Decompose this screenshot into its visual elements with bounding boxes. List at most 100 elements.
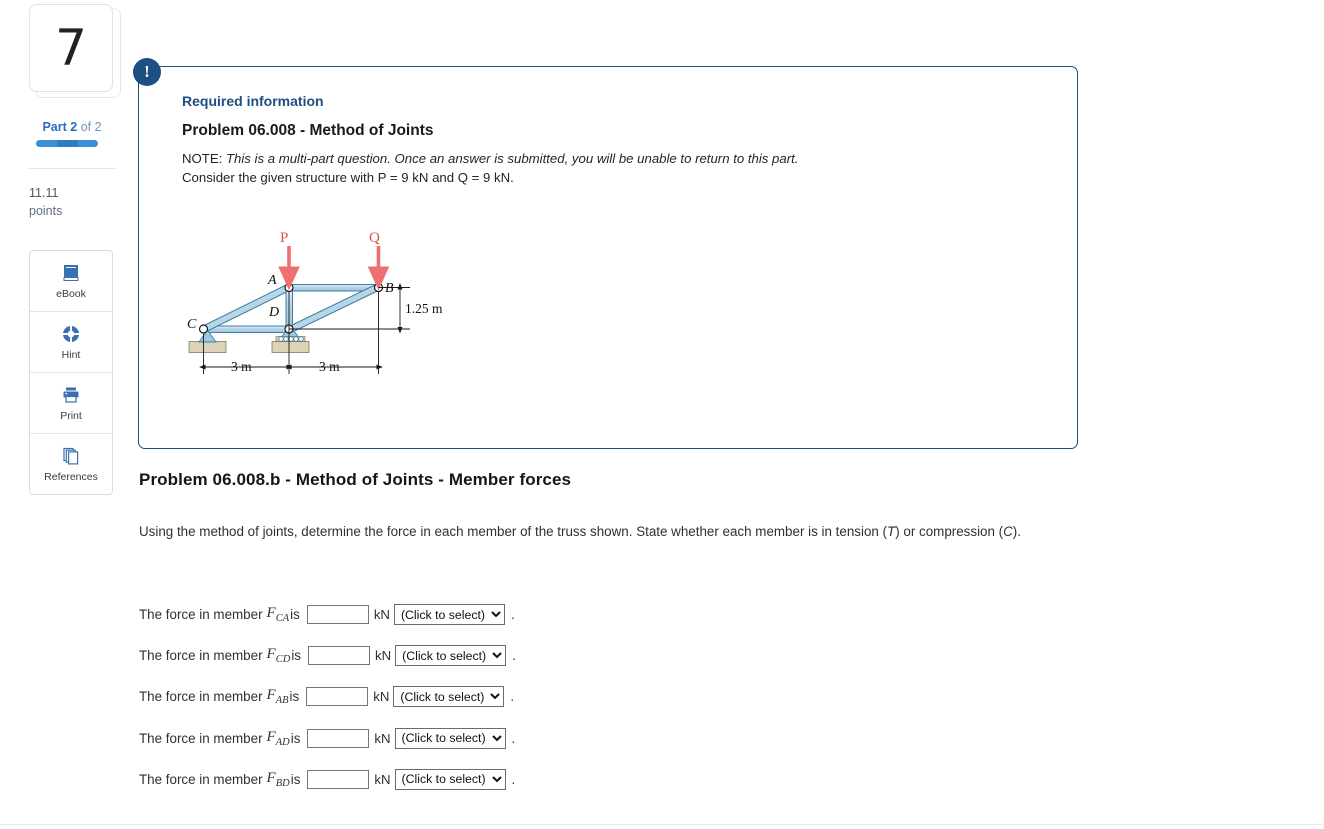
load-label-p: P [280,230,288,246]
row-period: . [510,607,515,623]
member-symbol-base: F [266,728,276,745]
member-symbol-base: F [266,687,276,704]
points-label: points [29,204,63,219]
question-heading: Problem 06.008.b - Method of Joints - Me… [139,470,572,489]
answer-row-prefix: The force in member [139,648,263,664]
print-label: Print [60,410,82,422]
part-current: 2 [70,120,78,134]
tension-compression-select-bd[interactable]: (Click to select) [394,768,506,790]
printer-icon [60,384,82,406]
rail-divider [28,168,116,169]
span-left-label: 3 m [231,359,252,374]
prompt-compression-symbol: C [1003,524,1013,539]
lifebuoy-icon [60,323,82,345]
required-information-label: Required information [182,93,324,109]
prompt-part-2: ) or compression ( [895,524,1004,539]
alert-badge-icon: ! [133,58,161,86]
ebook-button[interactable]: eBook [30,251,112,312]
force-value-input-ab[interactable] [306,687,369,707]
answer-row-prefix: The force in member [139,607,263,623]
force-value-input-bd[interactable] [307,769,370,789]
answer-row-is: is [291,648,301,664]
part-indicator: Part 2 of 2 [29,120,115,134]
note-italic-text: This is a multi-part question. Once an a… [225,151,799,166]
force-value-input-cd[interactable] [307,646,370,666]
answer-row: The force in member FAD is kN (Click to … [139,718,639,759]
member-symbol-subscript: CD [275,654,291,666]
left-rail: 7 Part 2 of 2 11.11 points eBook Hint Pr… [0,0,138,829]
progress-segment [77,140,98,147]
member-symbol: FAB [267,687,289,706]
answer-row-prefix: The force in member [139,771,263,787]
part-total: 2 [94,120,102,134]
truss-diagram: P Q A B C D 1.25 m 3 m 3 m [172,222,472,392]
member-symbol-subscript: BD [275,777,290,789]
ground-blocks [188,341,310,353]
answer-row-prefix: The force in member [139,689,263,705]
note-block: NOTE: This is a multi-part question. Onc… [182,150,962,187]
row-period: . [510,689,515,705]
row-period: . [511,771,516,787]
part-middle: of [80,120,92,134]
span-right-label: 3 m [319,359,340,374]
answer-row-is: is [290,607,300,623]
hint-label: Hint [61,349,81,361]
copy-stack-icon [60,445,82,467]
problem-title: Problem 06.008 - Method of Joints [182,122,434,139]
question-number-card: 7 [29,4,121,98]
answer-row: The force in member FAB is kN (Click to … [139,676,639,717]
unit-label: kN [373,689,390,705]
tension-compression-select-ab[interactable]: (Click to select) [393,686,505,708]
member-symbol: FCA [267,605,290,624]
member-symbol-subscript: AD [275,736,290,748]
unit-label: kN [374,730,391,746]
truss-svg: P Q A B C D 1.25 m 3 m 3 m [187,230,443,374]
answer-rows: The force in member FCA is kN (Click to … [139,594,639,800]
hint-button[interactable]: Hint [30,312,112,373]
points-value: 11.11 [29,186,59,200]
member-symbol-subscript: CA [275,613,290,625]
note-second-line: Consider the given structure with P = 9 … [182,169,514,185]
member-symbol-base: F [266,769,276,786]
references-label: References [44,471,98,483]
tension-compression-select-cd[interactable]: (Click to select) [395,645,507,667]
answer-row-is: is [290,730,301,746]
joint-label-d: D [268,305,279,320]
prompt-part-1: Using the method of joints, determine th… [139,524,888,539]
member-symbol: FAD [267,729,290,748]
unit-label: kN [374,648,392,664]
member-symbol-base: F [266,646,276,663]
answer-row-is: is [289,689,300,705]
answer-row: The force in member FCD is kN (Click to … [139,635,639,676]
force-value-input-ca[interactable] [306,605,369,625]
progress-segment [36,140,58,147]
tension-compression-select-ca[interactable]: (Click to select) [393,604,505,626]
part-progress-bar [36,140,98,147]
print-button[interactable]: Print [30,373,112,434]
answer-row: The force in member FBD is kN (Click to … [139,759,639,800]
joint-label-c: C [187,317,197,332]
question-prompt: Using the method of joints, determine th… [139,522,1064,541]
ebook-label: eBook [56,288,86,300]
load-label-q: Q [369,230,380,246]
row-period: . [512,648,516,664]
row-period: . [511,730,516,746]
member-symbol-base: F [266,605,276,622]
book-icon [60,262,82,284]
height-dimension-label: 1.25 m [405,301,443,316]
tool-button-group: eBook Hint Print References [29,250,113,495]
note-prefix: NOTE: [182,151,223,166]
part-prefix: Part [42,120,67,134]
unit-label: kN [373,607,390,623]
answer-row: The force in member FCA is kN (Click to … [139,594,639,635]
force-value-input-ad[interactable] [307,728,370,748]
progress-segment [57,140,78,147]
references-button[interactable]: References [30,434,112,494]
tension-compression-select-ad[interactable]: (Click to select) [394,727,506,749]
bottom-divider [0,824,1324,825]
member-symbol: FCD [267,646,291,665]
joint-label-a: A [267,273,277,288]
unit-label: kN [374,771,391,787]
answer-row-is: is [290,771,301,787]
member-symbol-subscript: AB [275,695,289,707]
